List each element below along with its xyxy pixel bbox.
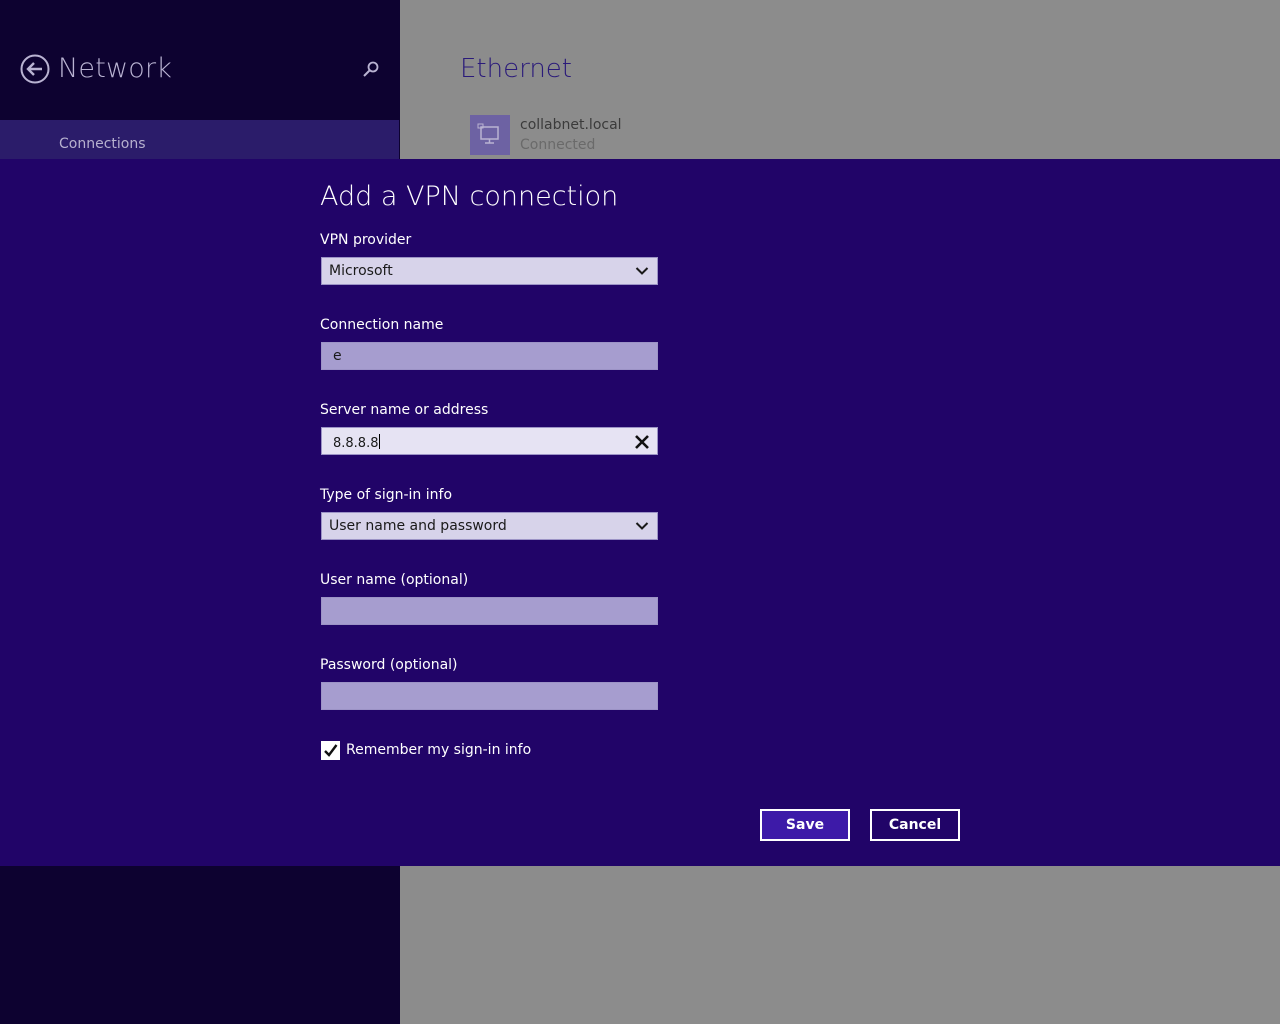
remember-checkbox[interactable] bbox=[321, 741, 340, 760]
back-arrow-circle-icon bbox=[20, 54, 50, 84]
vpn-provider-label: VPN provider bbox=[320, 232, 412, 248]
text-caret bbox=[379, 434, 381, 449]
dialog-title: Add a VPN connection bbox=[320, 181, 619, 212]
password-label: Password (optional) bbox=[320, 657, 458, 673]
network-name: collabnet.local bbox=[520, 117, 622, 133]
ethernet-section-title: Ethernet bbox=[460, 54, 572, 84]
close-icon bbox=[635, 435, 649, 449]
connection-name-value: e bbox=[333, 348, 342, 364]
cancel-button[interactable]: Cancel bbox=[870, 809, 960, 841]
network-status: Connected bbox=[520, 137, 596, 153]
chevron-down-icon bbox=[635, 522, 649, 530]
remember-label: Remember my sign-in info bbox=[346, 742, 532, 758]
sidebar-item-label: Connections bbox=[59, 136, 146, 152]
server-input[interactable]: 8.8.8.8 bbox=[321, 427, 658, 455]
clear-button[interactable] bbox=[631, 431, 653, 453]
back-button[interactable] bbox=[20, 54, 50, 84]
chevron-down-icon bbox=[635, 267, 649, 275]
monitor-icon bbox=[477, 123, 499, 144]
connection-name-label: Connection name bbox=[320, 317, 444, 333]
connection-name-input[interactable]: e bbox=[321, 342, 658, 370]
left-header: Network bbox=[0, 0, 400, 120]
sign-in-type-select[interactable]: User name and password bbox=[321, 512, 658, 540]
username-label: User name (optional) bbox=[320, 572, 469, 588]
vpn-provider-select[interactable]: Microsoft bbox=[321, 257, 658, 285]
search-icon bbox=[363, 61, 379, 77]
network-title: Network bbox=[58, 53, 173, 84]
search-button[interactable] bbox=[361, 60, 381, 80]
server-value: 8.8.8.8 bbox=[333, 436, 379, 451]
network-icon[interactable] bbox=[470, 115, 510, 155]
server-label: Server name or address bbox=[320, 402, 489, 418]
sign-in-type-value: User name and password bbox=[329, 518, 507, 534]
sign-in-type-label: Type of sign-in info bbox=[320, 487, 453, 503]
checkmark-icon bbox=[324, 744, 338, 757]
vpn-provider-value: Microsoft bbox=[329, 263, 393, 279]
password-input[interactable] bbox=[321, 682, 658, 710]
save-button[interactable]: Save bbox=[760, 809, 850, 841]
username-input[interactable] bbox=[321, 597, 658, 625]
